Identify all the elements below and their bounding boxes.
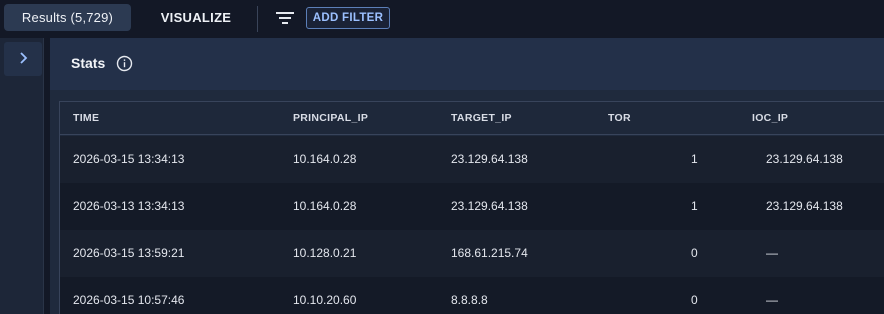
chevron-right-icon bbox=[20, 52, 28, 64]
cell-tor: 0 bbox=[691, 293, 698, 307]
cell-ioc-ip: 23.129.64.138 bbox=[766, 152, 843, 166]
cell-time: 2026-03-15 13:34:13 bbox=[73, 152, 185, 166]
top-toolbar bbox=[0, 0, 884, 37]
table-row[interactable]: 2026-03-15 13:59:21 10.128.0.21 168.61.2… bbox=[60, 230, 884, 277]
rail-divider bbox=[43, 38, 44, 314]
cell-time: 2026-03-15 10:57:46 bbox=[73, 293, 185, 307]
side-rail bbox=[0, 38, 44, 314]
results-table: TIME PRINCIPAL_IP TARGET_IP TOR IOC_IP 2… bbox=[59, 101, 884, 314]
cell-ioc-ip: 23.129.64.138 bbox=[766, 199, 843, 213]
cell-principal-ip: 10.164.0.28 bbox=[293, 152, 357, 166]
column-header-ioc-ip[interactable]: IOC_IP bbox=[752, 102, 788, 135]
cell-time: 2026-03-15 13:59:21 bbox=[73, 246, 185, 260]
cell-target-ip: 8.8.8.8 bbox=[451, 293, 488, 307]
cell-target-ip: 23.129.64.138 bbox=[451, 199, 528, 213]
stats-title: Stats bbox=[71, 55, 106, 71]
filter-icon[interactable] bbox=[275, 9, 295, 27]
cell-ioc-ip: — bbox=[766, 293, 778, 307]
cell-tor: 0 bbox=[691, 246, 698, 260]
add-filter-button[interactable]: ADD FILTER bbox=[306, 7, 390, 29]
cell-tor: 1 bbox=[691, 152, 698, 166]
toolbar-divider bbox=[257, 6, 258, 32]
table-row[interactable]: 2026-03-13 13:34:13 10.164.0.28 23.129.6… bbox=[60, 183, 884, 230]
table-row[interactable]: 2026-03-15 13:34:13 10.164.0.28 23.129.6… bbox=[60, 136, 884, 183]
info-icon[interactable] bbox=[116, 55, 133, 72]
tab-results[interactable]: Results (5,729) bbox=[4, 4, 131, 31]
cell-principal-ip: 10.128.0.21 bbox=[293, 246, 357, 260]
column-header-time[interactable]: TIME bbox=[73, 102, 99, 135]
column-header-target-ip[interactable]: TARGET_IP bbox=[451, 102, 512, 135]
expand-sidebar-button[interactable] bbox=[4, 42, 42, 76]
tab-visualize[interactable]: VISUALIZE bbox=[148, 4, 244, 31]
stats-header bbox=[50, 38, 884, 90]
table-header: TIME PRINCIPAL_IP TARGET_IP TOR IOC_IP bbox=[60, 102, 884, 135]
column-header-tor[interactable]: TOR bbox=[608, 102, 631, 135]
column-header-principal-ip[interactable]: PRINCIPAL_IP bbox=[293, 102, 368, 135]
cell-principal-ip: 10.10.20.60 bbox=[293, 293, 357, 307]
cell-target-ip: 23.129.64.138 bbox=[451, 152, 528, 166]
cell-principal-ip: 10.164.0.28 bbox=[293, 199, 357, 213]
cell-tor: 1 bbox=[691, 199, 698, 213]
cell-ioc-ip: — bbox=[766, 246, 778, 260]
cell-target-ip: 168.61.215.74 bbox=[451, 246, 528, 260]
cell-time: 2026-03-13 13:34:13 bbox=[73, 199, 185, 213]
table-row[interactable]: 2026-03-15 10:57:46 10.10.20.60 8.8.8.8 … bbox=[60, 277, 884, 314]
